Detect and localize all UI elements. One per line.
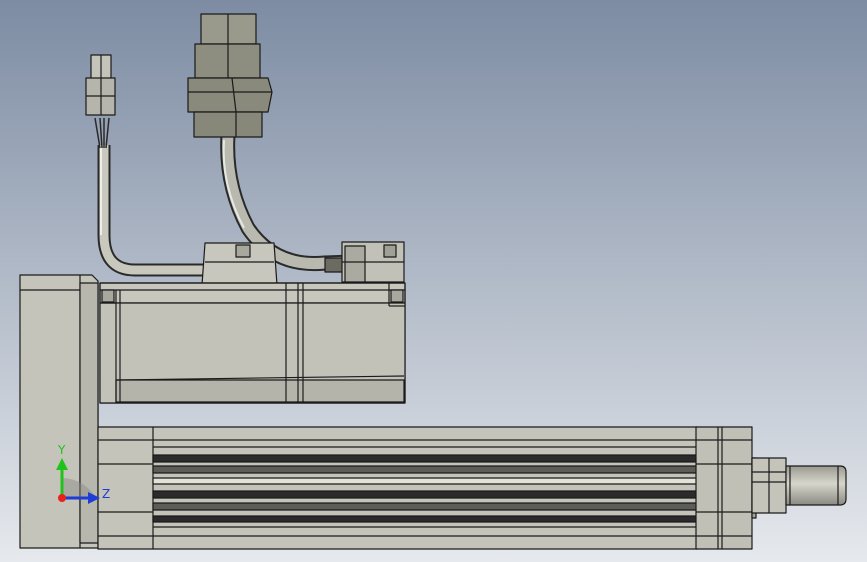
servo-motor-body — [99, 282, 406, 404]
triad-z-label: Z — [102, 487, 111, 501]
cable-gland-block — [341, 241, 405, 283]
actuator-model[interactable] — [0, 0, 867, 562]
cad-graphics-viewport[interactable]: Y Z — [0, 0, 867, 562]
motor-terminal-box — [201, 242, 278, 286]
rod-end-nut — [751, 457, 787, 514]
front-flange — [695, 426, 757, 550]
piston-rod — [785, 465, 847, 506]
actuator-tube — [97, 426, 699, 550]
triad-y-label: Y — [58, 443, 66, 457]
